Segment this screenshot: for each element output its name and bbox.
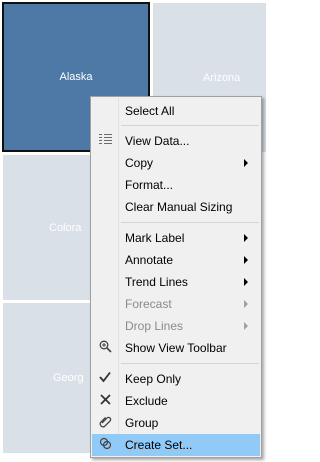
menu-item-label: Group (125, 416, 159, 430)
tile-colorado[interactable]: Colora (3, 155, 91, 300)
menu-item-label: Copy (125, 156, 154, 170)
tile-label: Colora (49, 221, 82, 234)
menu-item-label: Annotate (125, 253, 174, 267)
menu-item-label: Trend Lines (125, 275, 188, 289)
menu-item-group[interactable]: Group (92, 412, 260, 434)
menu-item-show-view-toolbar[interactable]: Show View Toolbar (92, 337, 260, 359)
menu-item-clear-manual-sizing[interactable]: Clear Manual Sizing (92, 196, 260, 218)
menu-item-create-set[interactable]: Create Set... (92, 434, 260, 456)
checkmark-icon (98, 371, 112, 387)
menu-item-label: Show View Toolbar (125, 341, 227, 355)
context-menu: Select All View Data... Copy Format... C… (90, 96, 262, 458)
menu-item-label: Keep Only (125, 372, 182, 386)
zoom-icon (98, 340, 112, 356)
menu-item-copy[interactable]: Copy (92, 152, 260, 174)
submenu-arrow-icon (244, 234, 248, 242)
menu-separator (121, 222, 259, 223)
menu-item-label: Clear Manual Sizing (125, 200, 233, 214)
table-icon (98, 133, 112, 149)
menu-item-label: Create Set... (125, 438, 193, 452)
menu-item-label: Mark Label (125, 231, 185, 245)
tile-label: Alaska (59, 71, 93, 83)
submenu-arrow-icon (244, 300, 248, 308)
tile-label: Arizona (203, 71, 241, 84)
set-icon (98, 437, 112, 453)
menu-item-label: Forecast (125, 297, 172, 311)
menu-item-annotate[interactable]: Annotate (92, 249, 260, 271)
menu-separator (121, 363, 259, 364)
menu-item-label: Drop Lines (125, 319, 184, 333)
tile-label: Georg (53, 372, 84, 384)
x-icon (98, 393, 112, 409)
submenu-arrow-icon (244, 278, 248, 286)
menu-separator (121, 125, 259, 126)
menu-item-keep-only[interactable]: Keep Only (92, 368, 260, 390)
submenu-arrow-icon (244, 322, 248, 330)
menu-item-select-all[interactable]: Select All (92, 100, 260, 122)
paperclip-icon (98, 415, 112, 431)
menu-item-label: View Data... (125, 134, 190, 148)
menu-item-label: Format... (125, 178, 174, 192)
menu-item-view-data[interactable]: View Data... (92, 130, 260, 152)
menu-item-forecast: Forecast (92, 293, 260, 315)
menu-item-format[interactable]: Format... (92, 174, 260, 196)
submenu-arrow-icon (244, 256, 248, 264)
menu-item-exclude[interactable]: Exclude (92, 390, 260, 412)
menu-item-mark-label[interactable]: Mark Label (92, 227, 260, 249)
menu-item-label: Select All (125, 104, 175, 118)
menu-item-trend-lines[interactable]: Trend Lines (92, 271, 260, 293)
menu-item-drop-lines: Drop Lines (92, 315, 260, 337)
menu-item-label: Exclude (125, 394, 168, 408)
submenu-arrow-icon (244, 159, 248, 167)
tile-georgia[interactable]: Georg (3, 303, 91, 453)
